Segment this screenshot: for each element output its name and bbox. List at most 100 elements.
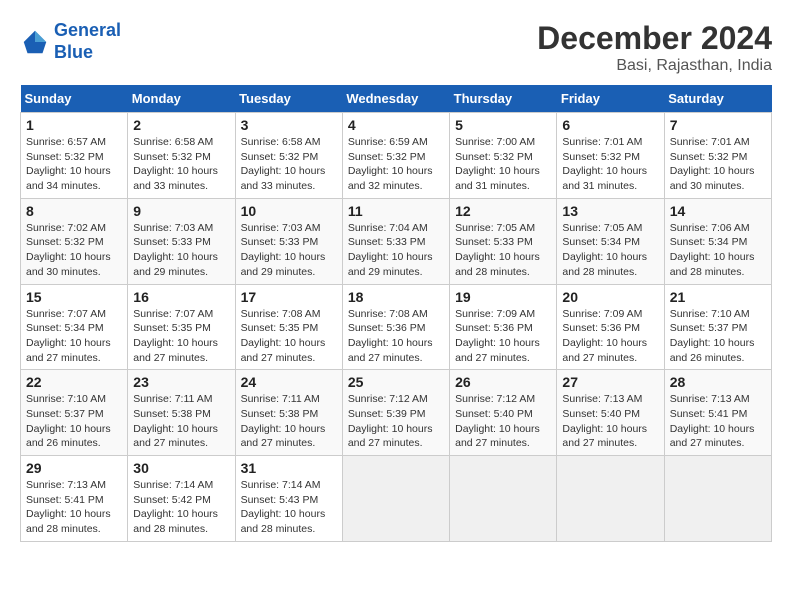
day-number: 2 bbox=[133, 117, 229, 133]
calendar-cell: 25 Sunrise: 7:12 AM Sunset: 5:39 PM Dayl… bbox=[342, 370, 449, 456]
day-info: Sunrise: 6:59 AM Sunset: 5:32 PM Dayligh… bbox=[348, 135, 444, 194]
day-info: Sunrise: 7:12 AM Sunset: 5:39 PM Dayligh… bbox=[348, 392, 444, 451]
day-info: Sunrise: 7:09 AM Sunset: 5:36 PM Dayligh… bbox=[562, 307, 658, 366]
day-number: 25 bbox=[348, 374, 444, 390]
calendar-cell: 18 Sunrise: 7:08 AM Sunset: 5:36 PM Dayl… bbox=[342, 284, 449, 370]
calendar-cell: 22 Sunrise: 7:10 AM Sunset: 5:37 PM Dayl… bbox=[21, 370, 128, 456]
calendar-week-2: 8 Sunrise: 7:02 AM Sunset: 5:32 PM Dayli… bbox=[21, 198, 772, 284]
calendar-cell: 21 Sunrise: 7:10 AM Sunset: 5:37 PM Dayl… bbox=[664, 284, 771, 370]
day-number: 15 bbox=[26, 289, 122, 305]
day-info: Sunrise: 7:01 AM Sunset: 5:32 PM Dayligh… bbox=[562, 135, 658, 194]
day-number: 8 bbox=[26, 203, 122, 219]
calendar-table: Sunday Monday Tuesday Wednesday Thursday… bbox=[20, 85, 772, 542]
day-info: Sunrise: 7:04 AM Sunset: 5:33 PM Dayligh… bbox=[348, 221, 444, 280]
day-info: Sunrise: 6:58 AM Sunset: 5:32 PM Dayligh… bbox=[241, 135, 337, 194]
header: General Blue December 2024 Basi, Rajasth… bbox=[20, 20, 772, 75]
calendar-cell: 5 Sunrise: 7:00 AM Sunset: 5:32 PM Dayli… bbox=[450, 113, 557, 199]
day-info: Sunrise: 7:03 AM Sunset: 5:33 PM Dayligh… bbox=[241, 221, 337, 280]
day-number: 7 bbox=[670, 117, 766, 133]
title-section: December 2024 Basi, Rajasthan, India bbox=[537, 20, 772, 75]
day-number: 1 bbox=[26, 117, 122, 133]
day-number: 12 bbox=[455, 203, 551, 219]
calendar-cell: 6 Sunrise: 7:01 AM Sunset: 5:32 PM Dayli… bbox=[557, 113, 664, 199]
day-number: 10 bbox=[241, 203, 337, 219]
day-number: 23 bbox=[133, 374, 229, 390]
day-number: 24 bbox=[241, 374, 337, 390]
page-container: General Blue December 2024 Basi, Rajasth… bbox=[20, 20, 772, 542]
day-number: 4 bbox=[348, 117, 444, 133]
calendar-cell: 26 Sunrise: 7:12 AM Sunset: 5:40 PM Dayl… bbox=[450, 370, 557, 456]
location-title: Basi, Rajasthan, India bbox=[537, 57, 772, 75]
day-info: Sunrise: 7:11 AM Sunset: 5:38 PM Dayligh… bbox=[241, 392, 337, 451]
calendar-cell: 10 Sunrise: 7:03 AM Sunset: 5:33 PM Dayl… bbox=[235, 198, 342, 284]
day-info: Sunrise: 6:57 AM Sunset: 5:32 PM Dayligh… bbox=[26, 135, 122, 194]
calendar-cell: 11 Sunrise: 7:04 AM Sunset: 5:33 PM Dayl… bbox=[342, 198, 449, 284]
calendar-cell: 1 Sunrise: 6:57 AM Sunset: 5:32 PM Dayli… bbox=[21, 113, 128, 199]
day-number: 29 bbox=[26, 460, 122, 476]
day-number: 3 bbox=[241, 117, 337, 133]
day-info: Sunrise: 7:01 AM Sunset: 5:32 PM Dayligh… bbox=[670, 135, 766, 194]
day-info: Sunrise: 7:11 AM Sunset: 5:38 PM Dayligh… bbox=[133, 392, 229, 451]
day-number: 11 bbox=[348, 203, 444, 219]
day-number: 19 bbox=[455, 289, 551, 305]
day-info: Sunrise: 7:13 AM Sunset: 5:41 PM Dayligh… bbox=[670, 392, 766, 451]
calendar-cell: 7 Sunrise: 7:01 AM Sunset: 5:32 PM Dayli… bbox=[664, 113, 771, 199]
logo-text: General Blue bbox=[54, 20, 121, 63]
calendar-cell bbox=[557, 456, 664, 542]
day-info: Sunrise: 7:13 AM Sunset: 5:41 PM Dayligh… bbox=[26, 478, 122, 537]
day-info: Sunrise: 7:06 AM Sunset: 5:34 PM Dayligh… bbox=[670, 221, 766, 280]
day-info: Sunrise: 7:03 AM Sunset: 5:33 PM Dayligh… bbox=[133, 221, 229, 280]
calendar-cell: 24 Sunrise: 7:11 AM Sunset: 5:38 PM Dayl… bbox=[235, 370, 342, 456]
logo: General Blue bbox=[20, 20, 121, 63]
col-thursday: Thursday bbox=[450, 85, 557, 113]
calendar-cell: 15 Sunrise: 7:07 AM Sunset: 5:34 PM Dayl… bbox=[21, 284, 128, 370]
calendar-cell: 30 Sunrise: 7:14 AM Sunset: 5:42 PM Dayl… bbox=[128, 456, 235, 542]
calendar-cell: 9 Sunrise: 7:03 AM Sunset: 5:33 PM Dayli… bbox=[128, 198, 235, 284]
calendar-cell: 4 Sunrise: 6:59 AM Sunset: 5:32 PM Dayli… bbox=[342, 113, 449, 199]
day-number: 18 bbox=[348, 289, 444, 305]
col-friday: Friday bbox=[557, 85, 664, 113]
day-number: 6 bbox=[562, 117, 658, 133]
day-info: Sunrise: 7:14 AM Sunset: 5:42 PM Dayligh… bbox=[133, 478, 229, 537]
calendar-cell: 29 Sunrise: 7:13 AM Sunset: 5:41 PM Dayl… bbox=[21, 456, 128, 542]
calendar-cell: 28 Sunrise: 7:13 AM Sunset: 5:41 PM Dayl… bbox=[664, 370, 771, 456]
calendar-week-3: 15 Sunrise: 7:07 AM Sunset: 5:34 PM Dayl… bbox=[21, 284, 772, 370]
day-number: 17 bbox=[241, 289, 337, 305]
calendar-week-4: 22 Sunrise: 7:10 AM Sunset: 5:37 PM Dayl… bbox=[21, 370, 772, 456]
day-number: 30 bbox=[133, 460, 229, 476]
day-info: Sunrise: 7:05 AM Sunset: 5:33 PM Dayligh… bbox=[455, 221, 551, 280]
day-number: 5 bbox=[455, 117, 551, 133]
day-number: 20 bbox=[562, 289, 658, 305]
day-info: Sunrise: 7:10 AM Sunset: 5:37 PM Dayligh… bbox=[670, 307, 766, 366]
day-number: 9 bbox=[133, 203, 229, 219]
calendar-cell: 2 Sunrise: 6:58 AM Sunset: 5:32 PM Dayli… bbox=[128, 113, 235, 199]
day-number: 13 bbox=[562, 203, 658, 219]
calendar-cell: 12 Sunrise: 7:05 AM Sunset: 5:33 PM Dayl… bbox=[450, 198, 557, 284]
calendar-cell: 13 Sunrise: 7:05 AM Sunset: 5:34 PM Dayl… bbox=[557, 198, 664, 284]
col-tuesday: Tuesday bbox=[235, 85, 342, 113]
day-number: 28 bbox=[670, 374, 766, 390]
calendar-cell: 3 Sunrise: 6:58 AM Sunset: 5:32 PM Dayli… bbox=[235, 113, 342, 199]
month-title: December 2024 bbox=[537, 20, 772, 57]
day-number: 27 bbox=[562, 374, 658, 390]
calendar-week-1: 1 Sunrise: 6:57 AM Sunset: 5:32 PM Dayli… bbox=[21, 113, 772, 199]
calendar-cell: 14 Sunrise: 7:06 AM Sunset: 5:34 PM Dayl… bbox=[664, 198, 771, 284]
day-number: 21 bbox=[670, 289, 766, 305]
day-info: Sunrise: 7:07 AM Sunset: 5:35 PM Dayligh… bbox=[133, 307, 229, 366]
day-number: 31 bbox=[241, 460, 337, 476]
calendar-cell: 23 Sunrise: 7:11 AM Sunset: 5:38 PM Dayl… bbox=[128, 370, 235, 456]
col-monday: Monday bbox=[128, 85, 235, 113]
day-info: Sunrise: 6:58 AM Sunset: 5:32 PM Dayligh… bbox=[133, 135, 229, 194]
day-info: Sunrise: 7:12 AM Sunset: 5:40 PM Dayligh… bbox=[455, 392, 551, 451]
day-number: 16 bbox=[133, 289, 229, 305]
calendar-cell: 31 Sunrise: 7:14 AM Sunset: 5:43 PM Dayl… bbox=[235, 456, 342, 542]
day-info: Sunrise: 7:08 AM Sunset: 5:36 PM Dayligh… bbox=[348, 307, 444, 366]
day-number: 26 bbox=[455, 374, 551, 390]
day-info: Sunrise: 7:05 AM Sunset: 5:34 PM Dayligh… bbox=[562, 221, 658, 280]
calendar-cell: 16 Sunrise: 7:07 AM Sunset: 5:35 PM Dayl… bbox=[128, 284, 235, 370]
day-info: Sunrise: 7:02 AM Sunset: 5:32 PM Dayligh… bbox=[26, 221, 122, 280]
day-number: 14 bbox=[670, 203, 766, 219]
day-info: Sunrise: 7:08 AM Sunset: 5:35 PM Dayligh… bbox=[241, 307, 337, 366]
day-info: Sunrise: 7:10 AM Sunset: 5:37 PM Dayligh… bbox=[26, 392, 122, 451]
calendar-cell: 19 Sunrise: 7:09 AM Sunset: 5:36 PM Dayl… bbox=[450, 284, 557, 370]
